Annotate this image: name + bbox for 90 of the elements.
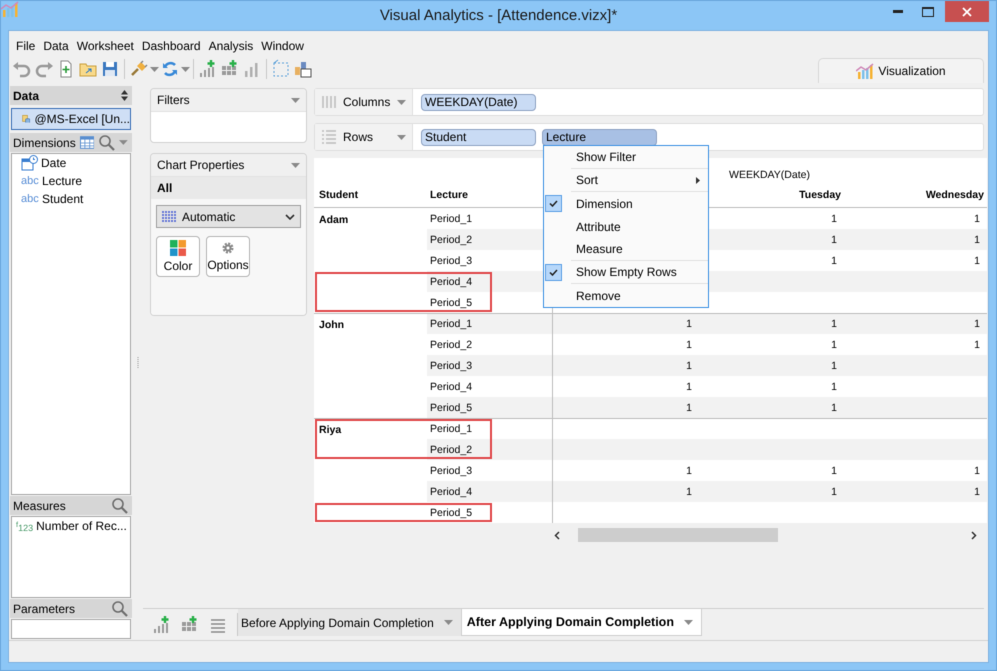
menu-item[interactable]: File [12, 39, 40, 55]
row-header: Period_3 [429, 464, 474, 478]
row-header: Adam [319, 214, 348, 226]
context-menu-entry[interactable]: Attribute [571, 215, 708, 238]
panel-title: Chart Properties [157, 158, 246, 172]
field-pill[interactable]: WEEKDAY(Date) [421, 94, 536, 110]
context-menu-entry[interactable]: Show Filter [571, 146, 708, 169]
sheet-tab[interactable]: Before Applying Domain Completion [238, 609, 461, 636]
row-header: Period_5 [429, 296, 474, 310]
context-menu-entry[interactable]: Measure [571, 238, 708, 261]
panel-title: Dimensions [13, 136, 76, 150]
table-cell-text: 1 [830, 380, 838, 394]
table-cell-text: 1 [685, 400, 693, 416]
table-cell-text: 1 [973, 212, 981, 226]
row-header: Period_1 [429, 212, 474, 226]
table-cell-text: 1 [685, 464, 693, 478]
table-cell-text: 1 [973, 484, 981, 500]
row-header: Period_4 [429, 274, 474, 290]
row-header: Period_4 [429, 380, 474, 394]
options-button[interactable]: Options [206, 236, 250, 277]
table-cell-text: 1 [685, 380, 693, 394]
table-cell-text: 1 [830, 212, 838, 226]
chart-type-dropdown[interactable]: Automatic [156, 205, 301, 228]
table-cell-text: 1 [973, 254, 981, 268]
column-group-header: WEEKDAY(Date) [729, 169, 810, 181]
text-type-icon: abc [21, 193, 39, 205]
column-header: Student [319, 189, 358, 201]
table-cell-text: 1 [830, 232, 838, 248]
table-cell-text: 1 [830, 338, 838, 352]
menu-item[interactable]: Window [257, 39, 308, 55]
row-header: John [319, 319, 344, 331]
field-list-entry[interactable]: abc Lecture [12, 172, 130, 190]
table-cell-text: 1 [685, 338, 693, 352]
row-header: Period_2 [429, 338, 474, 352]
field-name: Student [42, 192, 84, 206]
context-menu-entry[interactable]: Dimension [571, 192, 708, 215]
panel-title: Measures [13, 498, 67, 512]
window-title: Visual Analytics - [Attendence.vizx]* [380, 6, 618, 24]
field-pill[interactable]: Lecture [542, 128, 657, 146]
context-menu-entry[interactable]: Sort [571, 169, 708, 192]
field-list-entry[interactable]: abc Student [12, 190, 130, 208]
column-header: Tuesday [799, 189, 841, 201]
menu-item[interactable]: Analysis [204, 39, 258, 55]
panel-title: Filters [157, 93, 191, 107]
field-pill[interactable]: Student [421, 128, 536, 146]
table-cell-text: 1 [973, 232, 981, 248]
context-menu-entry[interactable]: Remove [571, 284, 708, 307]
row-header: Period_1 [429, 316, 474, 332]
table-cell-text: 1 [830, 254, 838, 268]
row-header: Period_2 [429, 232, 474, 248]
row-header: Period_2 [429, 442, 474, 458]
text-type-icon: abc [21, 175, 39, 187]
row-header: Period_5 [429, 506, 474, 520]
table-cell-text: 1 [685, 358, 693, 374]
panel-title: Parameters [13, 602, 76, 616]
data-source-item[interactable]: @MS-Excel [Un... [11, 108, 131, 130]
table-cell-text: 1 [973, 464, 981, 478]
panel-title: Data [13, 88, 40, 102]
scope-label: All [157, 181, 172, 195]
shelf-label: Columns [343, 95, 391, 109]
row-header: Period_3 [429, 358, 474, 374]
field-name: Number of Rec... [36, 519, 127, 533]
column-header: Wednesday [926, 189, 984, 201]
sheet-tab[interactable]: After Applying Domain Completion [460, 609, 702, 636]
table-cell-text: 1 [685, 484, 693, 500]
row-header: Riya [319, 424, 342, 436]
visualization-tab[interactable]: Visualization [818, 58, 984, 83]
column-header: Lecture [430, 189, 468, 201]
table-cell-text: 1 [830, 464, 838, 478]
row-header: Period_3 [429, 254, 474, 268]
context-menu-entry[interactable]: Show Empty Rows [571, 261, 708, 284]
color-button[interactable]: Color [156, 236, 200, 277]
table-cell-text: 1 [973, 338, 981, 352]
table-cell-text: 1 [830, 400, 838, 416]
number-type-icon: $^{f}$123 [16, 520, 34, 532]
table-cell-text: 1 [830, 484, 838, 500]
table-cell-text: 1 [973, 316, 981, 332]
menu-item[interactable]: Data [39, 39, 73, 55]
field-list-entry[interactable]: Date [12, 154, 130, 172]
table-cell-text: 1 [685, 316, 693, 332]
field-name: Date [41, 156, 66, 170]
table-cell-text: 1 [830, 316, 838, 332]
row-header: Period_1 [429, 422, 474, 436]
menu-item[interactable]: Dashboard [138, 39, 205, 55]
row-header: Period_5 [429, 400, 474, 416]
row-header: Period_4 [429, 484, 474, 500]
menu-item[interactable]: Worksheet [72, 39, 138, 55]
field-name: Lecture [42, 174, 82, 188]
table-cell-text: 1 [830, 358, 838, 374]
shelf-label: Rows [343, 130, 374, 144]
